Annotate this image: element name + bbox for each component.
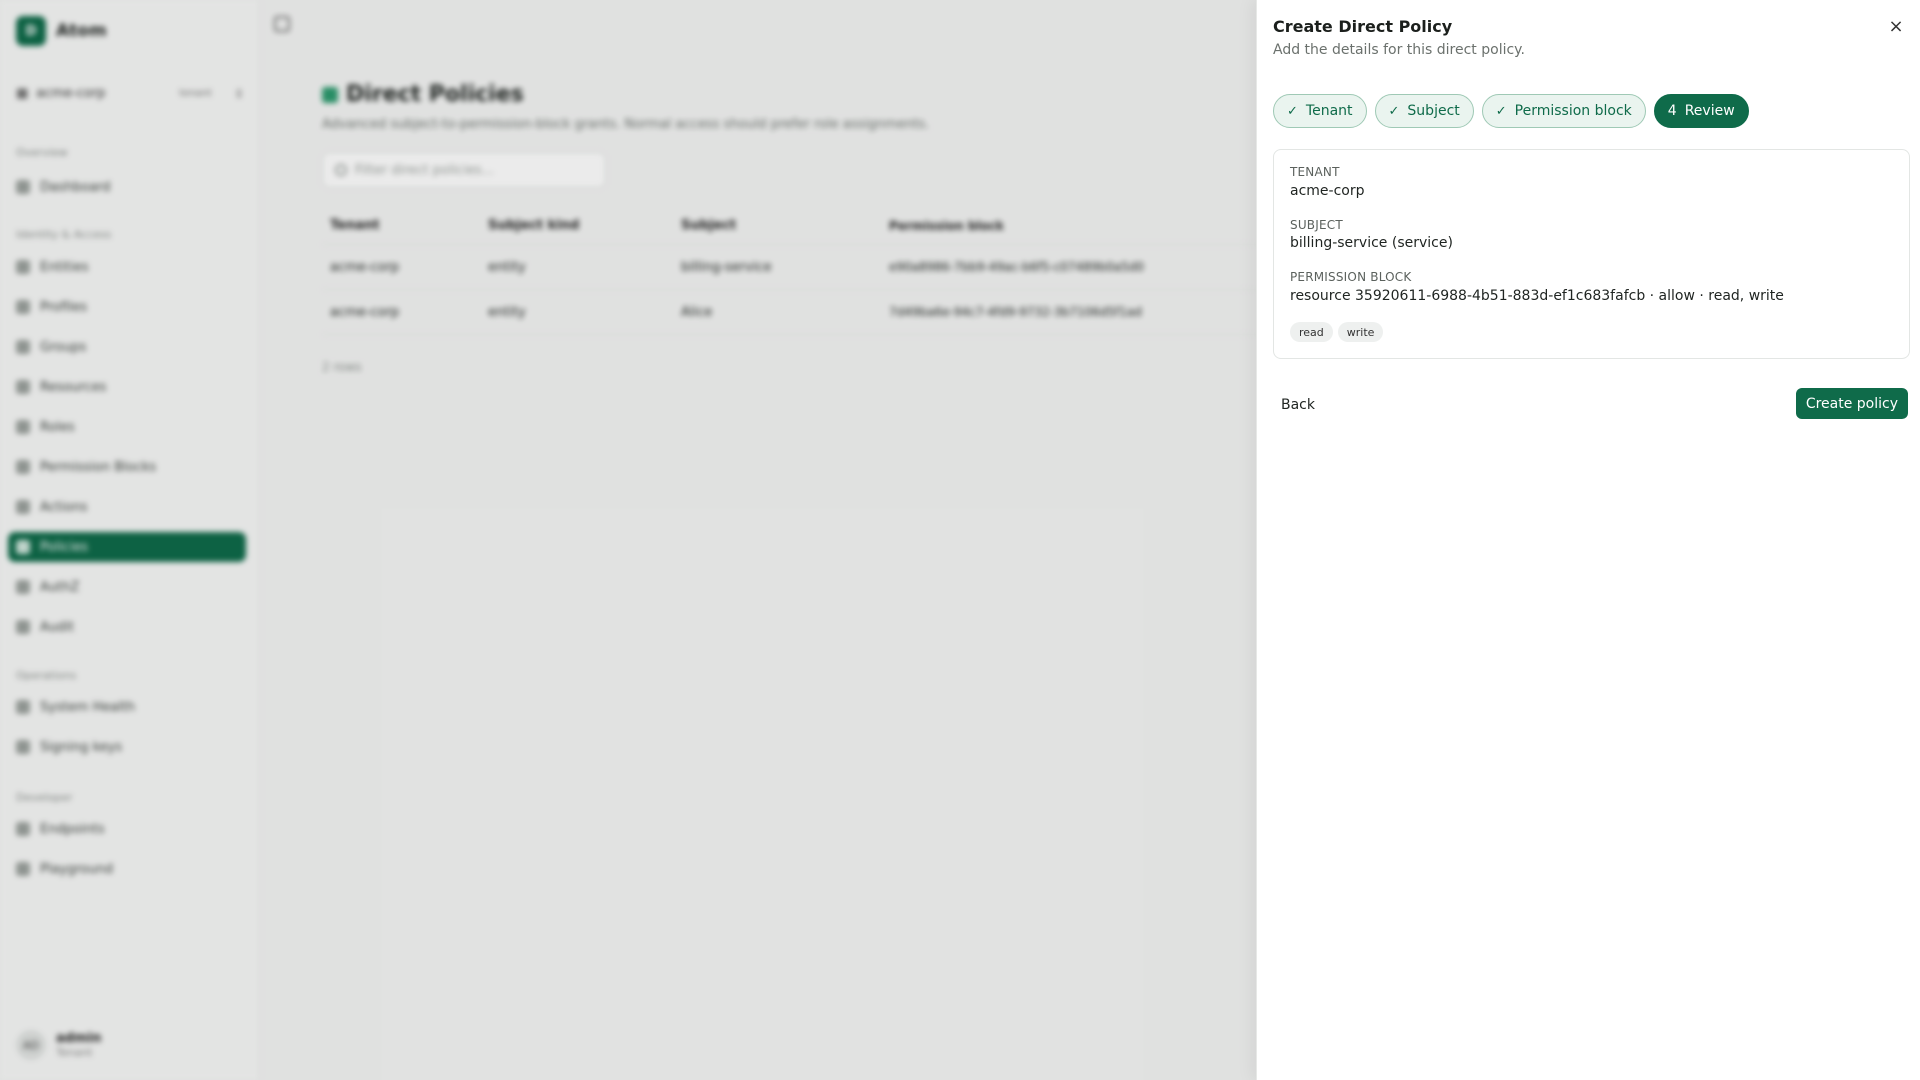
modal-backdrop[interactable] (0, 0, 1256, 1080)
action-chips: read write (1290, 322, 1384, 342)
drawer-subtitle: Add the details for this direct policy. (1273, 42, 1525, 58)
create-policy-button[interactable]: Create policy (1795, 388, 1908, 419)
action-chip: read (1290, 322, 1333, 342)
step-subject[interactable]: ✓ Subject (1374, 94, 1474, 128)
check-icon: ✓ (1287, 103, 1298, 119)
action-chip: write (1337, 322, 1384, 342)
step-review[interactable]: 4 Review (1653, 94, 1749, 128)
stepper: ✓ Tenant ✓ Subject ✓ Permission block 4 … (1273, 94, 1749, 128)
tenant-value: acme-corp (1290, 183, 1365, 199)
step-label: Subject (1407, 103, 1460, 119)
tenant-label: TENANT (1290, 165, 1340, 179)
close-icon[interactable]: × (1884, 14, 1908, 38)
drawer-title: Create Direct Policy (1273, 17, 1453, 36)
subject-value: billing-service (service) (1290, 235, 1453, 251)
step-label: Tenant (1305, 103, 1353, 119)
check-icon: ✓ (1388, 103, 1400, 119)
step-label: Review (1684, 103, 1735, 119)
step-number: 4 (1667, 103, 1677, 119)
step-tenant[interactable]: ✓ Tenant (1273, 94, 1367, 128)
step-permission-block[interactable]: ✓ Permission block (1481, 94, 1646, 128)
create-policy-drawer: Create Direct Policy Add the details for… (1256, 0, 1920, 1080)
permission-block-value: resource 35920611-6988-4b51-883d-ef1c683… (1290, 288, 1784, 304)
step-label: Permission block (1514, 103, 1632, 119)
check-icon: ✓ (1495, 103, 1507, 119)
back-button[interactable]: Back (1271, 390, 1325, 420)
subject-label: SUBJECT (1290, 218, 1343, 232)
permission-block-label: PERMISSION BLOCK (1290, 270, 1412, 284)
review-card: TENANT acme-corp SUBJECT billing-service… (1273, 149, 1910, 359)
